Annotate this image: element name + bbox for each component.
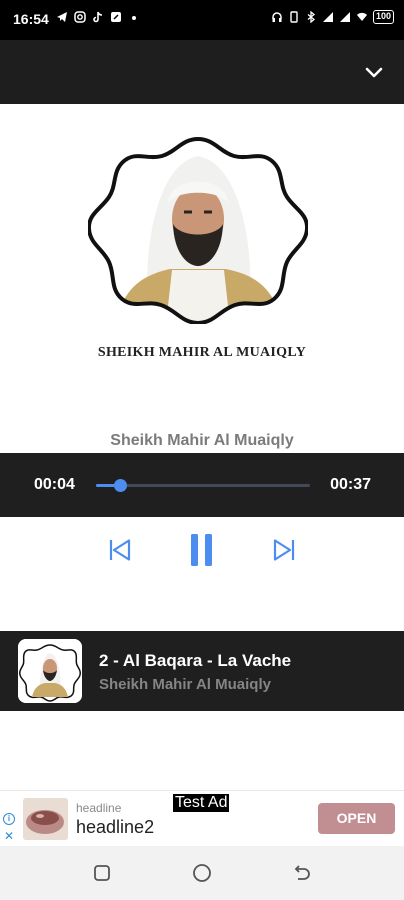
playback-controls bbox=[0, 528, 404, 572]
navigation-bar bbox=[0, 846, 404, 900]
now-playing-artist: Sheikh Mahir Al Muaiqly bbox=[99, 676, 271, 693]
status-time: 16:54 bbox=[13, 11, 49, 27]
ad-headline-small: headline bbox=[76, 801, 122, 815]
wifi-icon bbox=[356, 12, 367, 21]
instagram-icon bbox=[74, 11, 86, 23]
ad-close-icon[interactable]: ✕ bbox=[4, 829, 14, 843]
now-playing-title: 2 - Al Baqara - La Vache bbox=[99, 651, 292, 670]
skip-previous-icon bbox=[109, 539, 131, 561]
dot-icon bbox=[132, 16, 136, 20]
test-ad-label: Test Ad bbox=[173, 794, 230, 812]
artwork-caption: SHEIKH MAHIR AL MUAIQLY bbox=[97, 345, 307, 360]
pause-icon bbox=[191, 534, 212, 566]
telegram-icon bbox=[57, 12, 67, 22]
player-top-bar bbox=[0, 40, 404, 104]
ad-banner[interactable]: i ✕ headline headline2 Test Ad OPEN bbox=[0, 790, 404, 846]
seek-bar-thumb[interactable] bbox=[113, 479, 127, 492]
chevron-down-icon[interactable] bbox=[362, 60, 386, 84]
back-icon[interactable] bbox=[290, 861, 314, 885]
recents-icon[interactable] bbox=[90, 861, 114, 885]
skip-next-icon bbox=[273, 539, 295, 561]
headphones-icon bbox=[272, 12, 282, 22]
ad-image bbox=[23, 798, 68, 840]
previous-button[interactable] bbox=[98, 528, 142, 572]
signal-icon bbox=[322, 12, 333, 22]
signal-icon bbox=[339, 12, 350, 22]
pause-button[interactable] bbox=[180, 528, 224, 572]
now-playing-bar[interactable]: 2 - Al Baqara - La Vache Sheikh Mahir Al… bbox=[0, 631, 404, 711]
progress-panel: 00:04 00:37 bbox=[0, 453, 404, 517]
ad-open-button[interactable]: OPEN bbox=[318, 803, 395, 834]
total-time: 00:37 bbox=[330, 476, 371, 493]
seek-bar[interactable] bbox=[96, 479, 310, 492]
status-bar: 16:54 100 bbox=[0, 0, 404, 40]
current-time: 00:04 bbox=[34, 476, 75, 493]
notification-icons bbox=[56, 11, 140, 23]
ad-headline: headline2 bbox=[76, 817, 155, 837]
app-icon bbox=[111, 12, 121, 22]
bluetooth-icon bbox=[307, 11, 315, 23]
next-button[interactable] bbox=[262, 528, 306, 572]
player-artist-name: Sheikh Mahir Al Muaiqly bbox=[110, 432, 294, 449]
system-icons: 100 bbox=[271, 10, 394, 24]
tiktok-icon bbox=[93, 11, 103, 23]
vibrate-icon bbox=[290, 11, 298, 23]
now-playing-artwork bbox=[18, 639, 82, 703]
album-artwork bbox=[88, 136, 308, 324]
battery-indicator: 100 bbox=[372, 10, 394, 24]
ad-info-icon[interactable]: i bbox=[3, 813, 15, 825]
home-icon[interactable] bbox=[190, 861, 214, 885]
